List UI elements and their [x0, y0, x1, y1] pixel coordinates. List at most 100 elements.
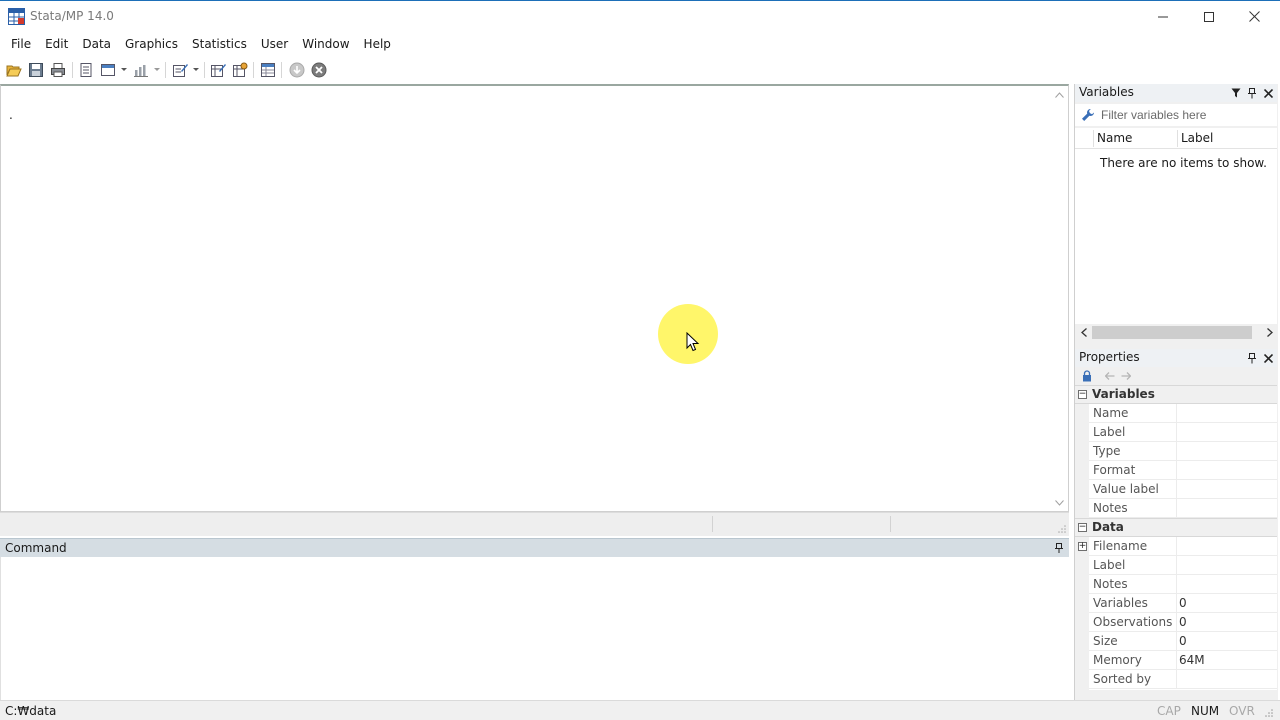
command-input[interactable]: [0, 557, 1069, 700]
toolbar-separator: [165, 62, 166, 78]
num-lock-indicator: NUM: [1191, 704, 1220, 718]
collapse-icon[interactable]: −: [1078, 523, 1087, 532]
results-prompt: .: [9, 108, 13, 122]
menu-window[interactable]: Window: [295, 33, 356, 55]
properties-grid: − Variables Name Label Type Format Value…: [1075, 385, 1277, 690]
property-row-variables[interactable]: Variables 0: [1089, 594, 1277, 613]
property-row-observations[interactable]: Observations 0: [1089, 613, 1277, 632]
viewer-button[interactable]: [98, 60, 118, 80]
graph-icon: [134, 65, 148, 77]
variables-filter-input[interactable]: [1099, 106, 1275, 124]
properties-pin-button[interactable]: [1246, 352, 1258, 364]
more-button[interactable]: [287, 60, 307, 80]
property-label: Variables: [1093, 596, 1148, 610]
do-file-editor-button[interactable]: [170, 60, 190, 80]
maximize-button[interactable]: [1186, 1, 1232, 32]
wrench-icon[interactable]: [1081, 108, 1095, 122]
property-row-data-notes[interactable]: Notes: [1089, 575, 1277, 594]
property-divider: [1176, 651, 1177, 670]
property-row-data-label[interactable]: Label: [1089, 556, 1277, 575]
caps-lock-indicator: CAP: [1157, 704, 1181, 718]
pin-icon[interactable]: [1053, 542, 1065, 554]
lock-icon[interactable]: [1082, 370, 1092, 382]
menu-help[interactable]: Help: [357, 33, 398, 55]
variables-hscrollbar[interactable]: [1075, 324, 1277, 341]
property-value: 0: [1179, 596, 1187, 610]
minimize-icon: [1158, 16, 1168, 17]
data-browser-button[interactable]: [230, 60, 250, 80]
resize-grip-icon[interactable]: [1058, 525, 1066, 533]
filter-toggle-button[interactable]: [1230, 87, 1242, 99]
log-button[interactable]: [76, 60, 96, 80]
property-label: Memory: [1093, 653, 1142, 667]
property-divider: [1176, 632, 1177, 651]
graph-dropdown[interactable]: [153, 60, 161, 80]
properties-section-data[interactable]: − Data: [1075, 518, 1277, 537]
properties-close-button[interactable]: [1262, 352, 1274, 364]
open-button[interactable]: [4, 60, 24, 80]
property-value: 0: [1179, 615, 1187, 629]
results-scrollbar[interactable]: [1051, 86, 1068, 511]
properties-section-variables[interactable]: − Variables: [1075, 385, 1277, 404]
variables-pane-title: Variables: [1079, 85, 1134, 99]
scroll-right-arrow[interactable]: [1265, 328, 1274, 337]
save-button[interactable]: [26, 60, 46, 80]
property-row-sorted-by[interactable]: Sorted by: [1089, 670, 1277, 689]
scroll-left-arrow[interactable]: [1079, 328, 1088, 337]
scroll-thumb[interactable]: [1092, 326, 1252, 339]
menu-bar: File Edit Data Graphics Statistics User …: [0, 32, 1280, 56]
property-row-notes[interactable]: Notes: [1089, 499, 1277, 518]
expand-icon[interactable]: +: [1078, 542, 1087, 551]
scroll-down-arrow[interactable]: [1055, 498, 1064, 507]
maximize-icon: [1204, 11, 1214, 22]
property-row-filename[interactable]: Filename: [1089, 537, 1277, 556]
collapse-icon[interactable]: −: [1078, 390, 1087, 399]
resize-grip-icon[interactable]: [1265, 709, 1273, 717]
property-row-size[interactable]: Size 0: [1089, 632, 1277, 651]
arrow-right-icon[interactable]: [1121, 372, 1131, 380]
data-browser-icon: [233, 62, 248, 77]
viewer-dropdown[interactable]: [120, 60, 128, 80]
variables-close-button[interactable]: [1262, 87, 1274, 99]
scroll-up-arrow[interactable]: [1055, 90, 1064, 99]
do-file-editor-icon: [173, 64, 188, 77]
properties-pane-header: Properties: [1075, 349, 1277, 367]
property-divider: [1176, 613, 1177, 632]
menu-file[interactable]: File: [4, 33, 38, 55]
results-window[interactable]: .: [0, 84, 1069, 512]
variables-list[interactable]: There are no items to show.: [1075, 149, 1277, 324]
property-row-label[interactable]: Label: [1089, 423, 1277, 442]
close-icon: [1248, 11, 1260, 22]
property-row-format[interactable]: Format: [1089, 461, 1277, 480]
property-row-name[interactable]: Name: [1089, 404, 1277, 423]
menu-graphics[interactable]: Graphics: [118, 33, 185, 55]
graph-button[interactable]: [131, 60, 151, 80]
property-label: Sorted by: [1093, 672, 1152, 686]
column-header-label[interactable]: Label: [1181, 131, 1213, 145]
data-editor-icon: [211, 64, 226, 77]
property-row-memory[interactable]: Memory 64M: [1089, 651, 1277, 670]
variables-pin-button[interactable]: [1246, 87, 1258, 99]
command-title: Command: [5, 541, 67, 555]
chevron-down-icon: [121, 68, 127, 71]
menu-data[interactable]: Data: [75, 33, 118, 55]
close-icon: [1263, 88, 1273, 98]
data-editor-button[interactable]: [208, 60, 228, 80]
menu-edit[interactable]: Edit: [38, 33, 75, 55]
minimize-button[interactable]: [1140, 1, 1186, 32]
property-row-type[interactable]: Type: [1089, 442, 1277, 461]
arrow-left-icon[interactable]: [1105, 372, 1115, 380]
toolbar-separator: [72, 62, 73, 78]
variables-manager-button[interactable]: [258, 60, 278, 80]
print-button[interactable]: [48, 60, 68, 80]
property-row-value-label[interactable]: Value label: [1089, 480, 1277, 499]
break-button[interactable]: [309, 60, 329, 80]
menu-user[interactable]: User: [254, 33, 295, 55]
menu-statistics[interactable]: Statistics: [185, 33, 254, 55]
close-button[interactable]: [1231, 1, 1277, 32]
pin-icon: [1248, 352, 1256, 363]
column-header-name[interactable]: Name: [1097, 131, 1132, 145]
properties-toolbar: [1075, 367, 1277, 385]
command-header: Command: [0, 538, 1069, 557]
do-file-dropdown[interactable]: [192, 60, 200, 80]
